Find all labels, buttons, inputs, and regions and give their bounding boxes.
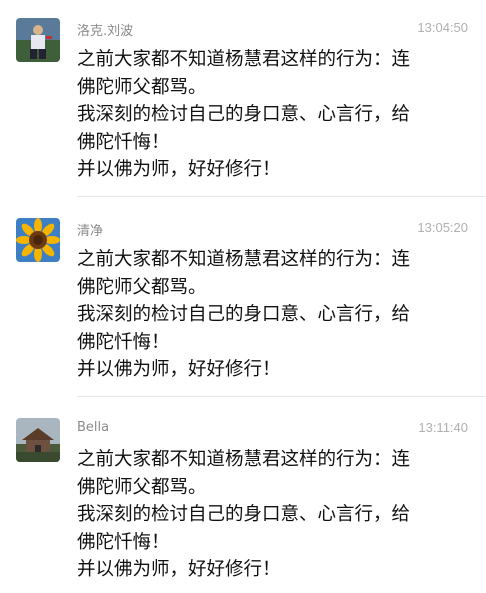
message-line: 我深刻的检讨自己的身口意、心言行，给 — [77, 504, 411, 525]
message-text: 之前大家都不知道杨慧君这样的行为：连 佛陀师父都骂。 我深刻的检讨自己的身口意、… — [77, 446, 472, 584]
message-line: 佛陀师父都骂。 — [77, 476, 207, 498]
comment-feed: 洛克.刘波 13:04:50 之前大家都不知道杨慧君这样的行为：连 佛陀师父都骂… — [0, 0, 486, 593]
sender-name[interactable]: 清净 — [77, 220, 103, 239]
message-line: 之前大家都不知道杨慧君这样的行为：连 — [77, 249, 411, 270]
message-line: 并以佛为师，好好修行！ — [77, 359, 281, 380]
message-line: 并以佛为师，好好修行！ — [77, 159, 281, 180]
message-line: 佛陀忏悔！ — [77, 531, 170, 553]
avatar-sports-photo-icon[interactable] — [16, 18, 60, 62]
sender-name[interactable]: 洛克.刘波 — [77, 20, 133, 39]
message-line: 佛陀师父都骂。 — [77, 276, 207, 298]
message-line: 佛陀师父都骂。 — [77, 76, 207, 98]
message-line: 佛陀忏悔！ — [77, 331, 170, 353]
message-line: 佛陀忏悔！ — [77, 131, 170, 153]
sender-name[interactable]: Bella — [77, 420, 109, 435]
message-text: 之前大家都不知道杨慧君这样的行为：连 佛陀师父都骂。 我深刻的检讨自己的身口意、… — [77, 246, 472, 384]
avatar-sunflower-icon[interactable] — [16, 218, 60, 262]
message-time: 13:11:40 — [418, 420, 468, 435]
message-line: 之前大家都不知道杨慧君这样的行为：连 — [77, 449, 411, 470]
message-line: 我深刻的检讨自己的身口意、心言行，给 — [77, 104, 411, 125]
message-text: 之前大家都不知道杨慧君这样的行为：连 佛陀师父都骂。 我深刻的检讨自己的身口意、… — [77, 46, 472, 184]
divider — [77, 396, 486, 397]
message-line: 之前大家都不知道杨慧君这样的行为：连 — [77, 49, 411, 70]
message-line: 并以佛为师，好好修行！ — [77, 559, 281, 580]
divider — [77, 196, 486, 197]
avatar-house-photo-icon[interactable] — [16, 418, 60, 462]
message-line: 我深刻的检讨自己的身口意、心言行，给 — [77, 304, 411, 325]
message-time: 13:05:20 — [417, 220, 468, 235]
message-time: 13:04:50 — [417, 20, 468, 35]
